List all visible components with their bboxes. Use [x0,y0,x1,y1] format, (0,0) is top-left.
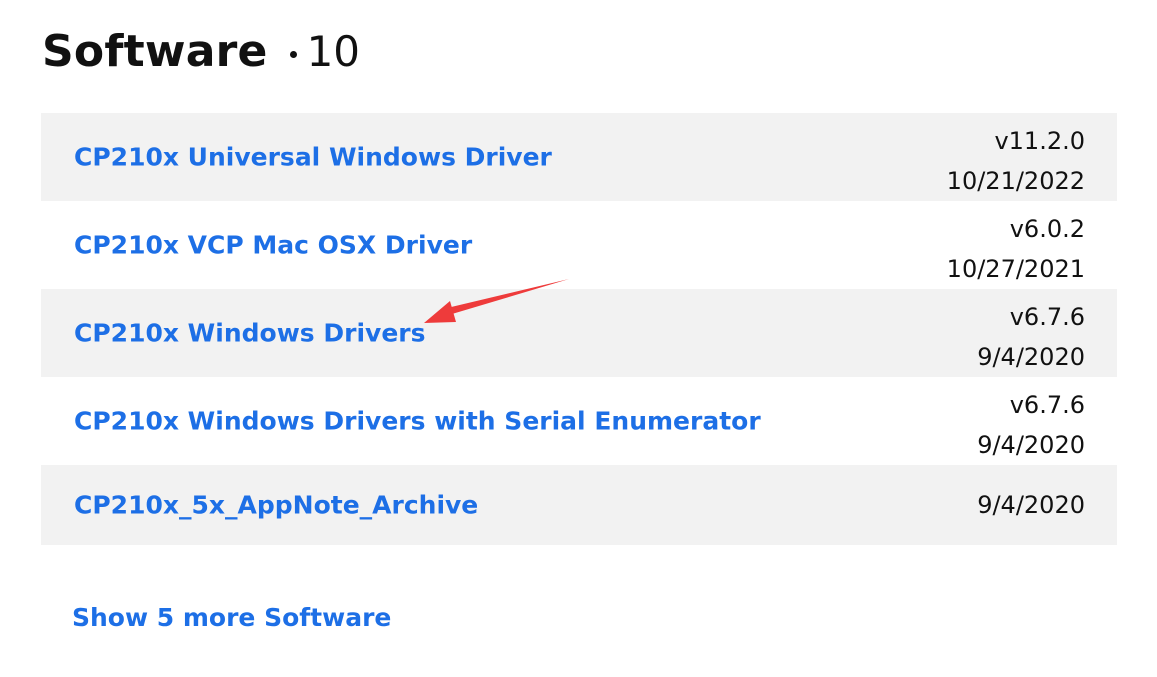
section-count: 10 [306,26,361,76]
list-item: CP210x VCP Mac OSX Driver v6.0.2 10/27/2… [41,201,1117,289]
item-meta: 9/4/2020 [977,485,1085,525]
item-date: 10/27/2021 [946,255,1085,283]
software-link-universal-windows-driver[interactable]: CP210x Universal Windows Driver [74,143,552,172]
item-date: 9/4/2020 [977,431,1085,459]
list-item: CP210x Windows Drivers with Serial Enume… [41,377,1117,465]
item-date: 9/4/2020 [977,343,1085,371]
software-link-windows-drivers-serial-enumerator[interactable]: CP210x Windows Drivers with Serial Enume… [74,407,761,436]
item-date: 9/4/2020 [977,491,1085,519]
item-version: v6.7.6 [1009,391,1085,419]
software-list: CP210x Universal Windows Driver v11.2.0 … [41,113,1117,545]
list-item: CP210x Universal Windows Driver v11.2.0 … [41,113,1117,201]
software-link-appnote-archive[interactable]: CP210x_5x_AppNote_Archive [74,491,478,520]
item-date: 10/21/2022 [946,167,1085,195]
item-meta: v6.0.2 10/27/2021 [947,209,1085,289]
show-more-link[interactable]: Show 5 more Software [72,603,391,632]
list-item: CP210x_5x_AppNote_Archive 9/4/2020 [41,465,1117,545]
software-link-vcp-mac-osx-driver[interactable]: CP210x VCP Mac OSX Driver [74,231,472,260]
item-meta: v11.2.0 10/21/2022 [947,121,1085,201]
item-version: v6.7.6 [1009,303,1085,331]
item-version: v6.0.2 [1009,215,1085,243]
item-version: v11.2.0 [994,127,1085,155]
item-meta: v6.7.6 9/4/2020 [977,297,1085,377]
section-title: Software [42,25,268,77]
software-link-windows-drivers[interactable]: CP210x Windows Drivers [74,319,426,348]
section-header: Software 10 [42,22,360,80]
software-page: Software 10 CP210x Universal Windows Dri… [0,0,1157,677]
list-item: CP210x Windows Drivers v6.7.6 9/4/2020 [41,289,1117,377]
item-meta: v6.7.6 9/4/2020 [977,385,1085,465]
separator-dot [289,50,297,58]
